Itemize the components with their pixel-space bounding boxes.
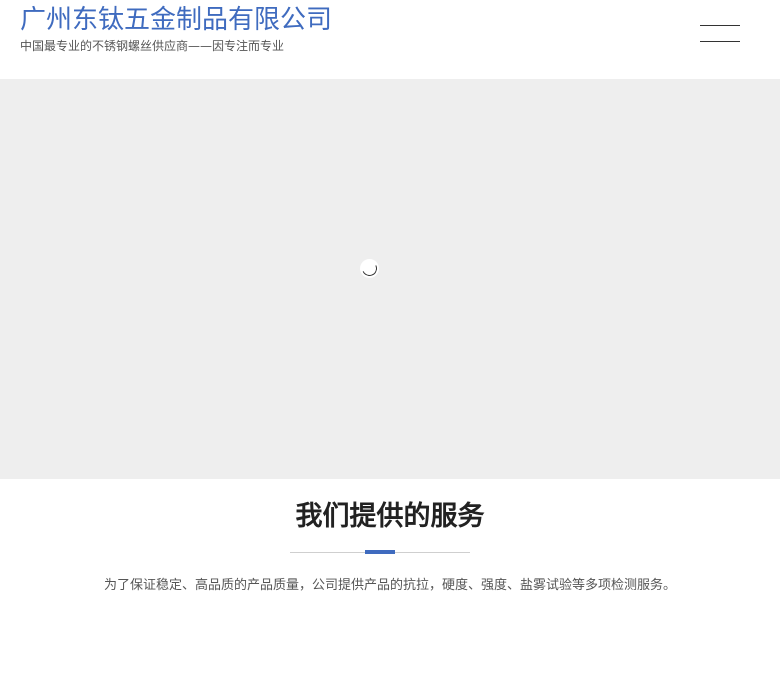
spinner-arc [360,259,379,278]
menu-bar-top [700,25,740,26]
company-slogan: 中国最专业的不锈钢螺丝供应商——因专注而专业 [20,39,285,53]
loading-spinner-icon [360,259,379,278]
site-header: 广州东钛五金制品有限公司 中国最专业的不锈钢螺丝供应商——因专注而专业 [0,0,780,79]
section-title: 我们提供的服务 [295,501,485,532]
menu-bar-bottom [700,41,740,42]
services-section: 我们提供的服务 为了保证稳定、高品质的产品质量，公司提供产品的抗拉，硬度、强度、… [0,479,780,700]
hero-banner [0,79,780,479]
section-description: 为了保证稳定、高品质的产品质量，公司提供产品的抗拉，硬度、强度、盐雾试验等多项检… [103,578,676,593]
hamburger-menu-icon[interactable] [698,22,742,48]
company-name[interactable]: 广州东钛五金制品有限公司 [20,4,332,36]
title-divider-accent [365,550,395,554]
